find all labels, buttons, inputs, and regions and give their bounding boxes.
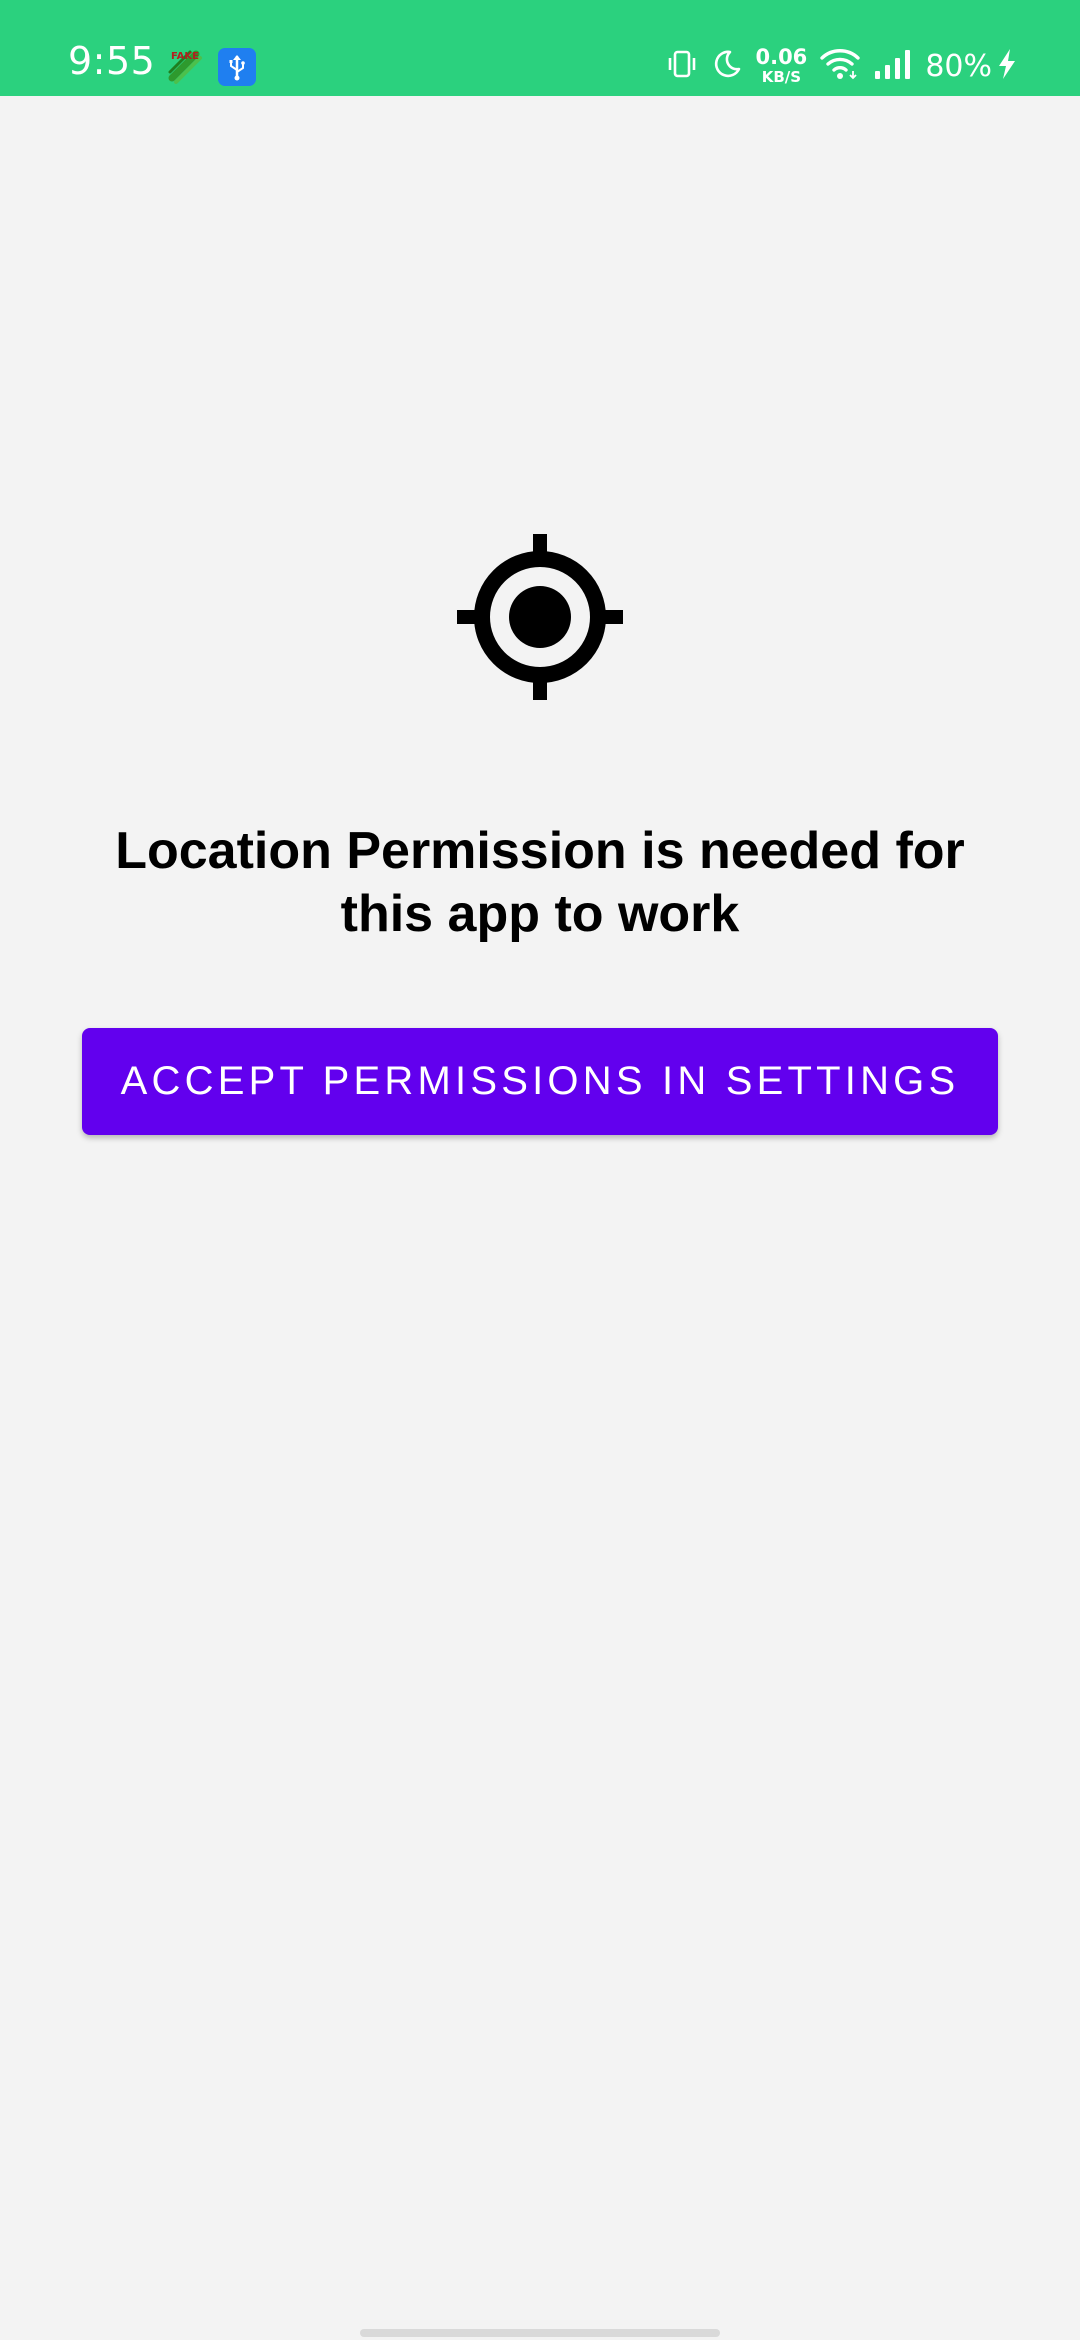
app-screen: 9:55 FAKE 0.06 KB/S 80% Location Permiss… (0, 0, 1080, 2340)
network-speed: 0.06 KB/S (755, 47, 807, 85)
status-bar: 9:55 FAKE 0.06 KB/S 80% (0, 0, 1080, 96)
network-speed-unit: KB/S (761, 68, 802, 86)
wifi-icon (819, 47, 861, 86)
fake-gps-icon: FAKE (166, 48, 204, 86)
battery-percent: 80% (925, 48, 992, 84)
status-icons: 0.06 KB/S 80% (653, 44, 1018, 88)
usb-debug-icon (218, 48, 256, 86)
gps-target-icon (457, 534, 623, 700)
status-time: 9:55 (68, 39, 156, 83)
home-indicator[interactable] (360, 2329, 720, 2337)
accept-permissions-button[interactable]: ACCEPT PERMISSIONS IN SETTINGS (82, 1028, 998, 1135)
permission-message: Location Permission is needed for this a… (115, 822, 965, 943)
moon-icon (711, 48, 743, 85)
vibrate-icon (665, 47, 699, 86)
fake-badge-text: FAKE (171, 51, 199, 62)
cell-signal-icon (873, 48, 913, 85)
charging-bolt-icon (996, 47, 1018, 86)
network-speed-value: 0.06 (755, 45, 808, 69)
